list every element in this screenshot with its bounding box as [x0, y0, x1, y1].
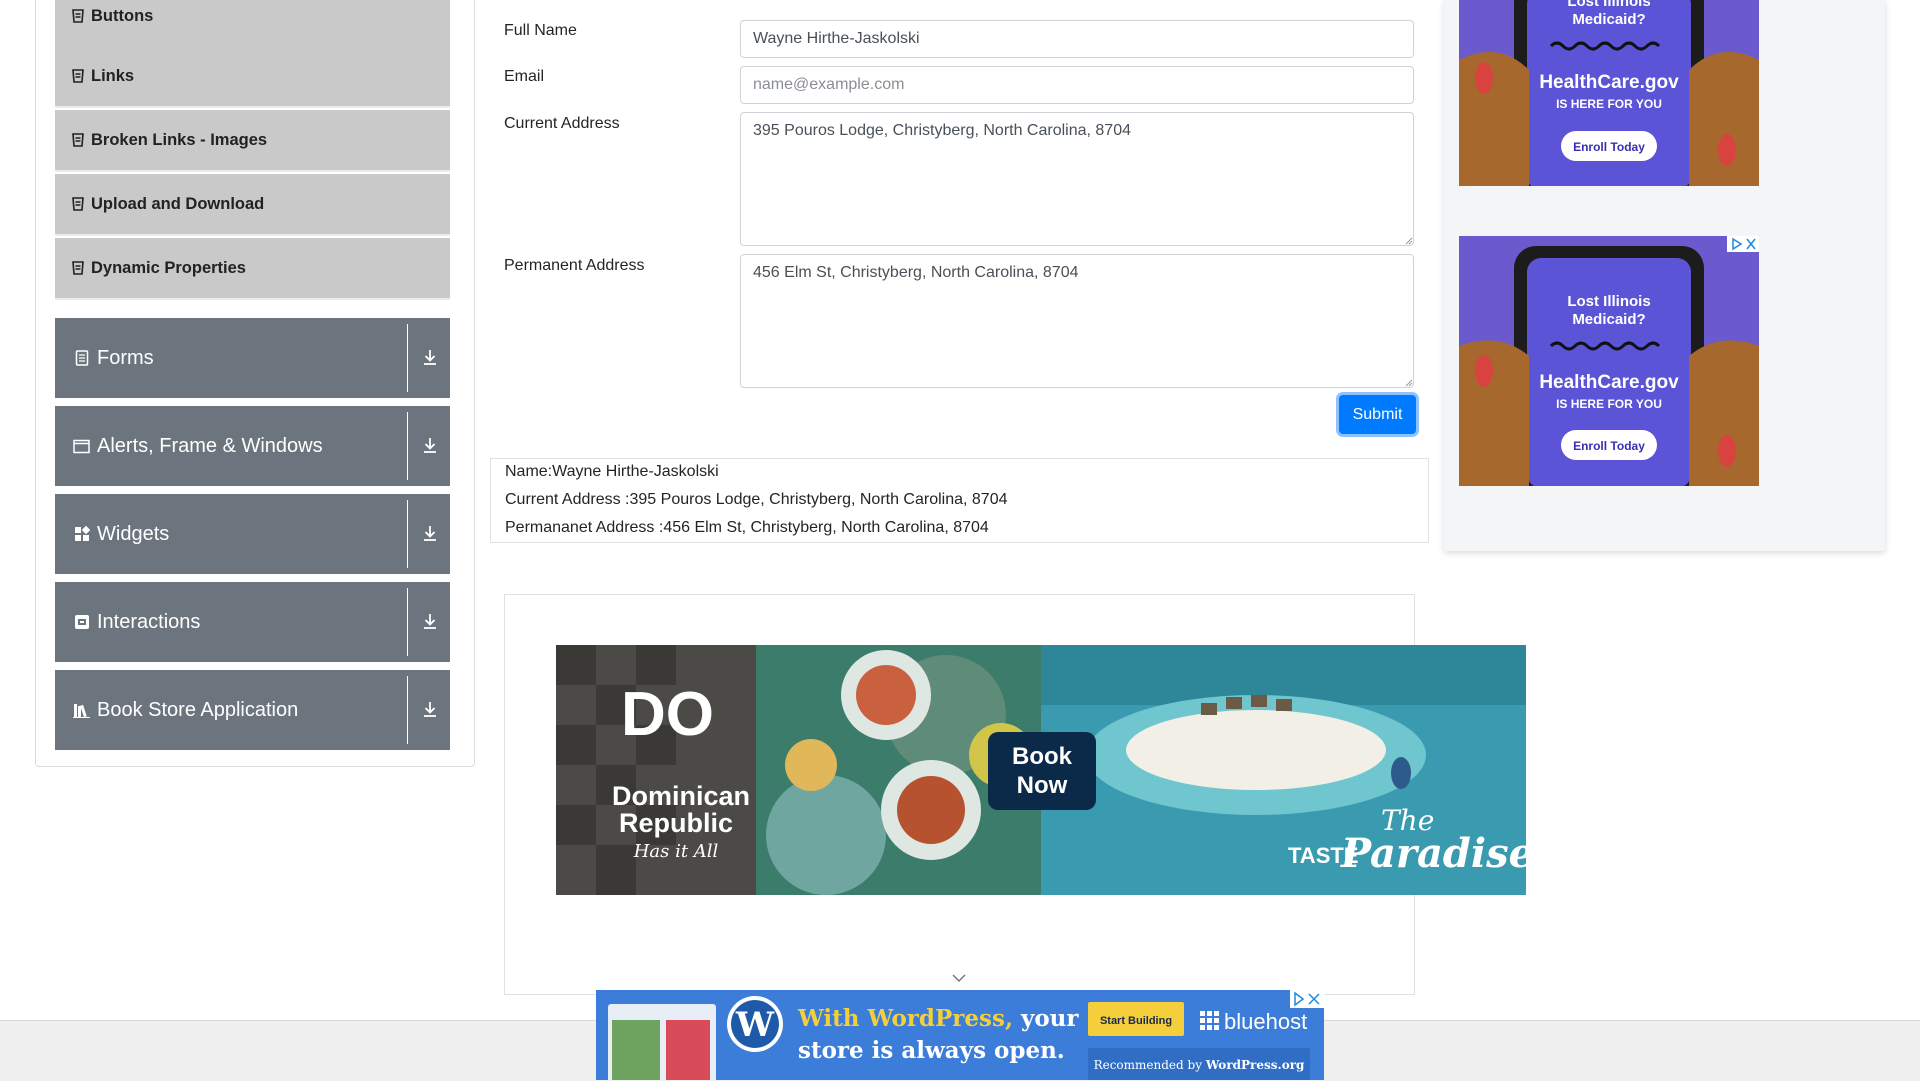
nav-item-label: Broken Links - Images: [91, 130, 268, 149]
download-icon[interactable]: [422, 435, 438, 455]
wordpress-bluehost-ad[interactable]: W With WordPress, your store is always o…: [596, 990, 1324, 1080]
nav-item-dynamic-properties[interactable]: Dynamic Properties: [55, 238, 450, 300]
svg-text:Republic: Republic: [619, 808, 733, 838]
output-current-address: Current Address :395 Pouros Lodge, Chris…: [505, 491, 1008, 508]
svg-text:Has it All: Has it All: [633, 841, 719, 862]
svg-text:Lost Illinois: Lost Illinois: [1567, 293, 1650, 310]
svg-text:Dominican: Dominican: [612, 781, 750, 811]
book-now-text: Book: [1012, 743, 1073, 770]
nav-item-label: Buttons: [91, 6, 154, 25]
nav-group-interactions[interactable]: Interactions: [55, 582, 450, 662]
ad-brand: HealthCare.gov: [1539, 72, 1679, 93]
svg-text:IS HERE FOR YOU: IS HERE FOR YOU: [1556, 397, 1662, 411]
nav-item-links[interactable]: Links: [55, 46, 450, 108]
bluehost-grid-icon: [1200, 1011, 1219, 1030]
ad-headline: Lost Illinois: [1567, 0, 1650, 10]
nav-item-label: Dynamic Properties: [91, 258, 246, 277]
nav-group-label: Widgets: [97, 522, 170, 545]
interactions-icon: [73, 614, 90, 631]
svg-text:Recommended by WordPress.org: Recommended by WordPress.org: [1094, 1058, 1305, 1072]
list-icon: [71, 8, 85, 24]
nav-group-alerts[interactable]: Alerts, Frame & Windows: [55, 406, 450, 486]
nav-item-label: Links: [91, 66, 135, 85]
nav-item-broken-links[interactable]: Broken Links - Images: [55, 110, 450, 172]
list-icon: [71, 196, 85, 212]
widgets-icon: [73, 526, 90, 543]
output-permanent-address: Permananet Address :456 Elm St, Christyb…: [505, 519, 989, 536]
permanent-address-label: Permanent Address: [504, 257, 645, 274]
download-icon[interactable]: [422, 699, 438, 719]
output-name: Name:Wayne Hirthe-Jaskolski: [505, 463, 719, 480]
current-address-label: Current Address: [504, 115, 620, 132]
nav-item-label: Upload and Download: [91, 194, 265, 213]
svg-text:Start Building: Start Building: [1100, 1015, 1172, 1027]
svg-text:Paradise: Paradise: [1340, 830, 1526, 877]
nav-group-label: Book Store Application: [97, 698, 299, 721]
dominican-republic-ad[interactable]: DO Dominican Republic Has it All Book No…: [556, 645, 1526, 895]
nav-item-upload-download[interactable]: Upload and Download: [55, 174, 450, 236]
nav-group-label: Interactions: [97, 610, 201, 633]
full-name-input[interactable]: [740, 20, 1414, 58]
nav-item-buttons[interactable]: Buttons: [55, 0, 450, 48]
svg-text:Now: Now: [1017, 772, 1068, 799]
download-icon[interactable]: [422, 523, 438, 543]
nav-group-label: Forms: [97, 346, 154, 369]
list-icon: [71, 68, 85, 84]
svg-text:Enroll Today: Enroll Today: [1573, 439, 1645, 453]
submit-button[interactable]: Submit: [1339, 395, 1416, 434]
resize-grip-icon[interactable]: [1405, 237, 1413, 245]
nav-group-widgets[interactable]: Widgets: [55, 494, 450, 574]
email-input[interactable]: [740, 66, 1414, 104]
nav-group-forms[interactable]: Forms: [55, 318, 450, 398]
full-name-label: Full Name: [504, 22, 577, 39]
download-icon[interactable]: [422, 611, 438, 631]
resize-grip-icon[interactable]: [1405, 379, 1413, 387]
dr-logo-mark: DO: [621, 680, 714, 749]
wordpress-logo-icon: W: [735, 1005, 775, 1045]
svg-text:Medicaid?: Medicaid?: [1572, 311, 1645, 328]
window-icon: [73, 438, 90, 455]
document-icon: [73, 350, 90, 367]
svg-text:HealthCare.gov: HealthCare.gov: [1539, 372, 1679, 393]
ad-cta: Enroll Today: [1573, 140, 1645, 154]
svg-text:IS HERE FOR YOU: IS HERE FOR YOU: [1556, 97, 1662, 111]
chevron-down-icon[interactable]: [951, 972, 967, 984]
permanent-address-textarea[interactable]: 456 Elm St, Christyberg, North Carolina,…: [740, 254, 1414, 388]
healthcare-ad-bottom[interactable]: Lost Illinois Medicaid? HealthCare.gov I…: [1459, 236, 1759, 486]
list-icon: [71, 132, 85, 148]
list-icon: [71, 260, 85, 276]
output-box: Name:Wayne Hirthe-Jaskolski Current Addr…: [490, 458, 1429, 543]
svg-text:store is always open.: store is always open.: [798, 1037, 1065, 1064]
download-icon[interactable]: [422, 347, 438, 367]
current-address-textarea[interactable]: 395 Pouros Lodge, Christyberg, North Car…: [740, 112, 1414, 246]
svg-text:With WordPress, your: With WordPress, your: [797, 1005, 1079, 1032]
healthcare-ad-top[interactable]: Lost Illinois Medicaid? HealthCare.gov I…: [1459, 0, 1759, 186]
svg-text:Medicaid?: Medicaid?: [1572, 11, 1645, 28]
nav-group-book-store[interactable]: Book Store Application: [55, 670, 450, 750]
books-icon: [73, 702, 90, 719]
nav-group-label: Alerts, Frame & Windows: [97, 434, 323, 457]
email-label: Email: [504, 68, 545, 85]
svg-text:bluehost: bluehost: [1224, 1009, 1307, 1034]
